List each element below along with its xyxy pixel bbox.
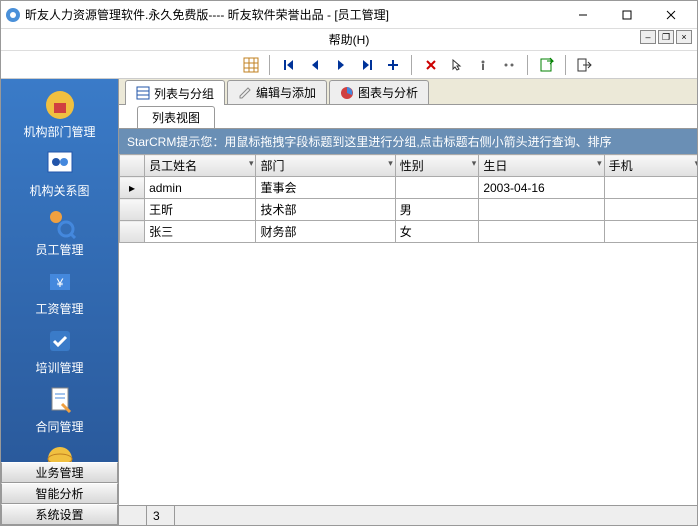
next-record-button[interactable]: [329, 54, 353, 76]
training-icon: [44, 325, 76, 357]
sidebar-item-label: 机构部门管理: [23, 125, 95, 139]
mdi-minimize-button[interactable]: –: [640, 30, 656, 44]
tab-edit-add[interactable]: 编辑与添加: [227, 80, 327, 104]
col-dept[interactable]: 部门▾: [256, 155, 395, 177]
col-mobile[interactable]: 手机▾: [604, 155, 697, 177]
action2-button[interactable]: [497, 54, 521, 76]
main-tabs: 列表与分组 编辑与添加 图表与分析: [119, 79, 697, 105]
first-record-button[interactable]: [277, 54, 301, 76]
filter-icon[interactable]: ▾: [388, 158, 393, 169]
filter-icon[interactable]: ▾: [249, 158, 254, 169]
mdi-close-button[interactable]: ×: [676, 30, 692, 44]
org-chart-icon: [44, 148, 76, 180]
leave-icon: [44, 443, 76, 462]
sidebar-item-label: 培训管理: [35, 361, 83, 375]
sidebar-item-employee[interactable]: 员工管理: [1, 203, 118, 262]
sub-tabs: 列表视图: [119, 105, 697, 129]
sidebar-item-org-dept[interactable]: 机构部门管理: [1, 85, 118, 144]
sidebar-item-salary[interactable]: ¥ 工资管理: [1, 262, 118, 321]
app-icon: [5, 7, 21, 23]
row-indicator: ▸: [120, 177, 145, 199]
hint-bar: StarCRM提示您：用鼠标拖拽字段标题到这里进行分组,点击标题右侧小箭头进行查…: [119, 129, 697, 154]
sidebar-tab-business[interactable]: 业务管理: [1, 462, 118, 483]
sidebar-item-label: 工资管理: [35, 302, 83, 316]
window-title: 昕友人力资源管理软件.永久免费版---- 昕友软件荣誉出品 - [员工管理]: [25, 6, 561, 23]
filter-icon[interactable]: ▾: [597, 158, 602, 169]
filter-icon[interactable]: ▾: [695, 158, 697, 169]
col-gender[interactable]: 性别▾: [395, 155, 479, 177]
col-birthday[interactable]: 生日▾: [479, 155, 604, 177]
tab-chart-analysis[interactable]: 图表与分析: [329, 80, 429, 104]
tab-list-group[interactable]: 列表与分组: [125, 80, 225, 105]
sidebar: 机构部门管理 机构关系图 员工管理 ¥ 工资管理 培训管理 合同管理: [1, 79, 119, 525]
prev-record-button[interactable]: [303, 54, 327, 76]
contract-icon: [44, 384, 76, 416]
org-dept-icon: [44, 89, 76, 121]
salary-icon: ¥: [44, 266, 76, 298]
exit-button[interactable]: [573, 54, 597, 76]
tab-label: 列表与分组: [154, 85, 214, 102]
sidebar-item-label: 合同管理: [35, 420, 83, 434]
mdi-restore-button[interactable]: ❐: [658, 30, 674, 44]
content-area: 列表与分组 编辑与添加 图表与分析 列表视图 StarCRM提示您：用鼠标拖拽字…: [119, 79, 697, 525]
add-record-button[interactable]: [381, 54, 405, 76]
last-record-button[interactable]: [355, 54, 379, 76]
table-row[interactable]: 王昕技术部男13710637136: [120, 199, 698, 221]
tab-label: 图表与分析: [358, 84, 418, 101]
delete-button[interactable]: [419, 54, 443, 76]
maximize-button[interactable]: [605, 1, 649, 29]
grid-view-button[interactable]: [239, 54, 263, 76]
sidebar-item-label: 机构关系图: [29, 184, 89, 198]
record-count: 3: [147, 506, 175, 525]
table-row[interactable]: 张三财务部女123456: [120, 221, 698, 243]
sidebar-tab-analysis[interactable]: 智能分析: [1, 483, 118, 504]
pointer-button[interactable]: [445, 54, 469, 76]
sidebar-item-label: 员工管理: [35, 243, 83, 257]
chart-icon: [340, 86, 354, 100]
export-button[interactable]: [535, 54, 559, 76]
menubar: 帮助(H) – ❐ ×: [1, 29, 697, 51]
list-icon: [136, 86, 150, 100]
titlebar: 昕友人力资源管理软件.永久免费版---- 昕友软件荣誉出品 - [员工管理]: [1, 1, 697, 29]
filter-icon[interactable]: ▾: [472, 158, 477, 169]
row-header-corner: [120, 155, 145, 177]
col-name[interactable]: 员工姓名▾: [145, 155, 256, 177]
employee-icon: [44, 207, 76, 239]
status-cell: [119, 506, 147, 525]
table-row[interactable]: ▸ admin董事会2003-04-16020-83788353: [120, 177, 698, 199]
sidebar-item-leave[interactable]: 请假管理: [1, 439, 118, 462]
close-button[interactable]: [649, 1, 693, 29]
sidebar-item-training[interactable]: 培训管理: [1, 321, 118, 380]
sidebar-item-org-chart[interactable]: 机构关系图: [1, 144, 118, 203]
sidebar-tab-settings[interactable]: 系统设置: [1, 504, 118, 525]
data-grid[interactable]: 员工姓名▾ 部门▾ 性别▾ 生日▾ 手机▾ 工作电话▾ 家庭 ▸ admin董事…: [119, 154, 697, 505]
minimize-button[interactable]: [561, 1, 605, 29]
svg-text:¥: ¥: [55, 276, 63, 290]
action1-button[interactable]: [471, 54, 495, 76]
sidebar-item-contract[interactable]: 合同管理: [1, 380, 118, 439]
grid-status-bar: 3: [119, 505, 697, 525]
edit-icon: [238, 86, 252, 100]
toolbar: [1, 51, 697, 79]
menu-help[interactable]: 帮助(H): [321, 29, 378, 50]
tab-label: 编辑与添加: [256, 84, 316, 101]
subtab-list-view[interactable]: 列表视图: [137, 106, 215, 128]
